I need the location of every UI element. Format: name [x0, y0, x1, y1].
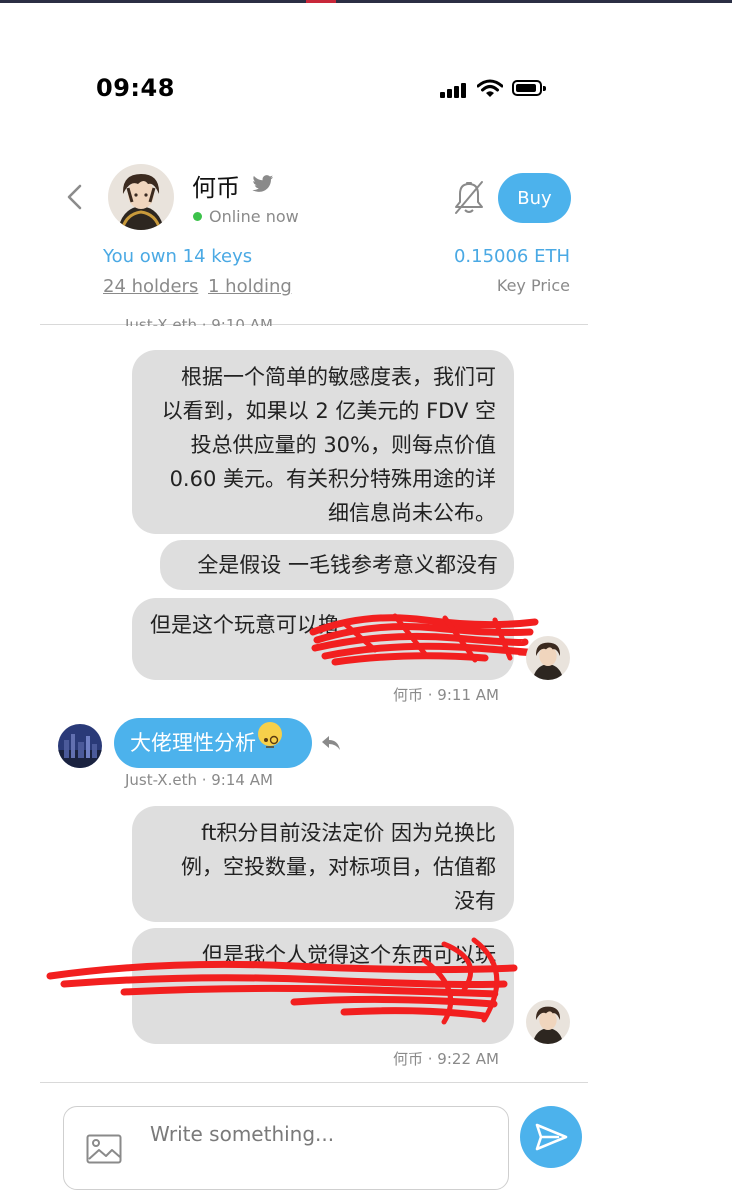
twitter-icon[interactable]	[252, 174, 274, 194]
monocle-face-emoji-icon	[258, 722, 282, 748]
wifi-icon	[477, 79, 503, 97]
signal-icon	[440, 82, 468, 98]
holders-link[interactable]: 24 holders	[103, 276, 198, 297]
message-line: 以看到，如果以 2 亿美元的 FDV 空	[161, 399, 496, 423]
sender-avatar[interactable]	[526, 1000, 570, 1044]
reply-icon[interactable]	[320, 734, 342, 752]
bell-off-icon[interactable]	[452, 180, 486, 216]
keys-owned: You own 14 keys	[103, 246, 253, 267]
message-line: 0.60 美元。有关积分特殊用途的详	[169, 467, 496, 491]
battery-icon	[512, 80, 546, 96]
profile-name: 何币	[192, 174, 240, 202]
key-price-value: 0.15006 ETH	[453, 246, 570, 267]
message-bubble: 但是这个玩意可以撸	[132, 598, 514, 680]
message-line: 细信息尚未公布。	[328, 501, 496, 525]
message-meta-partial: Just-X.eth · 9:10 AM	[125, 316, 273, 326]
message-line: 投总供应量的 30%，则每点价值	[190, 433, 496, 457]
send-button[interactable]	[520, 1106, 582, 1168]
online-status-dot	[193, 212, 202, 221]
composer-divider	[40, 1082, 588, 1083]
other-user-avatar[interactable]	[58, 724, 102, 768]
message-text: 大佬理性分析	[130, 731, 256, 755]
message-line: 没有	[454, 889, 496, 913]
buy-button[interactable]: Buy	[498, 173, 571, 223]
message-bubble: ft积分目前没法定价 因为兑换比 例，空投数量，对标项目，估值都 没有	[132, 806, 514, 922]
message-line: ft积分目前没法定价 因为兑换比	[201, 821, 496, 845]
message-bubble-incoming: 大佬理性分析	[114, 718, 312, 768]
key-price-label: Key Price	[496, 276, 570, 295]
top-edge-accent	[306, 0, 336, 3]
top-edge-line	[0, 0, 732, 3]
message-text: 但是我个人觉得这个东西可以玩	[202, 943, 496, 967]
message-text: 全是假设 一毛钱参考意义都没有	[197, 553, 498, 577]
message-bubble: 全是假设 一毛钱参考意义都没有	[160, 540, 514, 590]
message-meta: 何币 · 9:11 AM	[393, 686, 499, 704]
header-divider	[40, 324, 588, 325]
send-icon	[535, 1123, 568, 1151]
holding-link[interactable]: 1 holding	[208, 276, 292, 297]
back-chevron-icon[interactable]	[60, 182, 90, 212]
message-meta: 何币 · 9:22 AM	[393, 1050, 499, 1068]
sender-avatar[interactable]	[526, 636, 570, 680]
message-bubble: 但是我个人觉得这个东西可以玩	[132, 928, 514, 1044]
message-line: 例，空投数量，对标项目，估值都	[181, 855, 496, 879]
profile-avatar[interactable]	[108, 164, 174, 230]
message-bubble: 根据一个简单的敏感度表，我们可 以看到，如果以 2 亿美元的 FDV 空 投总供…	[132, 350, 514, 534]
message-text: 但是这个玩意可以撸	[150, 613, 339, 637]
message-meta: Just-X.eth · 9:14 AM	[125, 771, 273, 789]
message-input[interactable]	[148, 1118, 492, 1150]
status-time: 09:48	[96, 74, 175, 102]
image-icon[interactable]	[86, 1134, 122, 1164]
online-status: Online now	[209, 207, 299, 226]
message-line: 根据一个简单的敏感度表，我们可	[181, 365, 496, 389]
